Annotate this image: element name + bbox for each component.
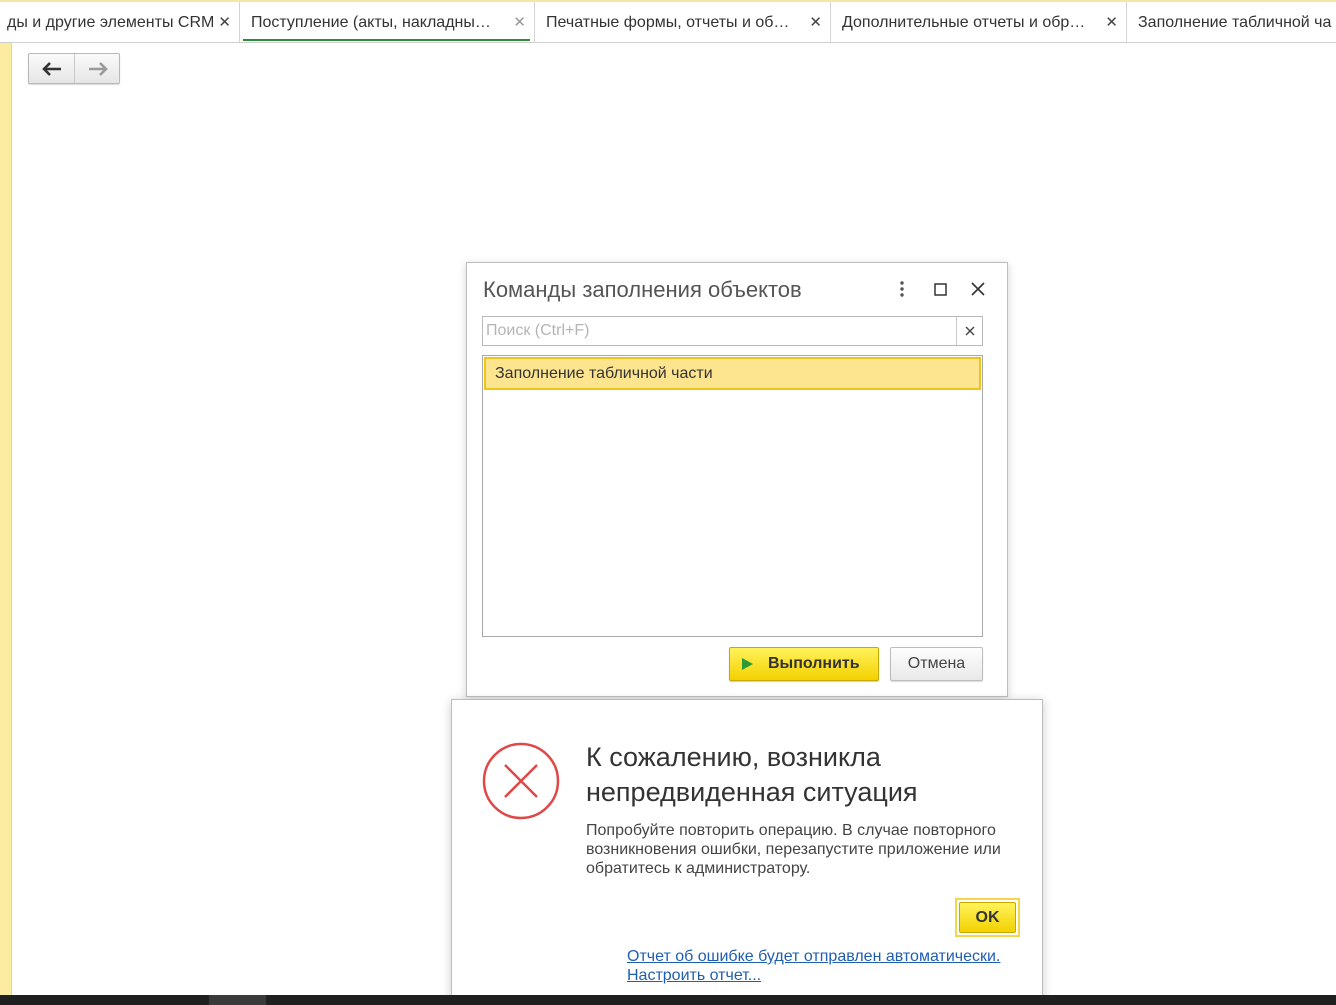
close-icon xyxy=(971,282,985,296)
run-button[interactable]: Выполнить xyxy=(729,647,879,681)
tab-label: Заполнение табличной ча xyxy=(1138,14,1332,31)
history-navigation xyxy=(28,53,120,84)
dialog-toolbar xyxy=(883,277,997,301)
tab-print-forms[interactable]: Печатные формы, отчеты и об… ✕ xyxy=(535,2,831,42)
close-dialog-button[interactable] xyxy=(959,277,997,301)
maximize-button[interactable] xyxy=(921,277,959,301)
left-panel-strip xyxy=(0,0,12,995)
clear-search-button[interactable] xyxy=(956,317,982,345)
back-button[interactable] xyxy=(29,54,75,83)
commands-list[interactable]: Заполнение табличной части xyxy=(482,355,983,637)
ok-button-focus: OK xyxy=(955,898,1020,937)
tab-bar: ды и другие элементы CRM ✕ Поступление (… xyxy=(0,0,1336,43)
more-vertical-icon xyxy=(900,281,904,297)
fill-commands-dialog: Команды заполнения объектов Заполнение т… xyxy=(466,262,1008,697)
error-message: Попробуйте повторить операцию. В случае … xyxy=(586,822,1001,877)
ok-button[interactable]: OK xyxy=(959,902,1016,933)
tab-crm[interactable]: ды и другие элементы CRM ✕ xyxy=(0,2,240,42)
maximize-icon xyxy=(933,282,947,296)
run-button-label: Выполнить xyxy=(768,655,860,672)
clear-icon xyxy=(965,326,974,336)
dialog-title: Команды заполнения объектов xyxy=(483,277,802,302)
arrow-right-icon xyxy=(89,61,108,76)
close-icon[interactable]: ✕ xyxy=(218,2,231,42)
tab-postuplenie[interactable]: Поступление (акты, накладны… ✕ xyxy=(240,2,535,42)
close-icon[interactable]: ✕ xyxy=(1105,2,1118,42)
tab-label: Дополнительные отчеты и обр… xyxy=(842,14,1086,31)
taskbar-item[interactable] xyxy=(209,995,266,1005)
tab-fill-table[interactable]: Заполнение табличной ча xyxy=(1127,2,1336,42)
more-actions-button[interactable] xyxy=(883,277,921,301)
close-icon[interactable]: ✕ xyxy=(809,2,822,42)
tab-label: ды и другие элементы CRM xyxy=(7,14,215,31)
list-item[interactable]: Заполнение табличной части xyxy=(484,357,981,390)
cancel-button[interactable]: Отмена xyxy=(890,647,983,681)
error-dialog: К сожалению, возникла непредвиденная сит… xyxy=(451,699,1043,1005)
taskbar xyxy=(0,995,1336,1005)
search-box xyxy=(482,316,983,346)
arrow-left-icon xyxy=(41,61,61,76)
forward-button[interactable] xyxy=(75,54,121,83)
configure-report-link[interactable]: Настроить отчет... xyxy=(627,967,761,985)
search-input[interactable] xyxy=(483,317,956,345)
error-icon xyxy=(482,742,560,820)
error-title: К сожалению, возникла непредвиденная сит… xyxy=(586,742,918,807)
close-icon[interactable]: ✕ xyxy=(513,2,526,42)
tab-additional-reports[interactable]: Дополнительные отчеты и обр… ✕ xyxy=(831,2,1127,42)
tab-label: Поступление (акты, накладны… xyxy=(251,14,491,31)
play-icon xyxy=(742,658,753,670)
tab-label: Печатные формы, отчеты и об… xyxy=(546,14,790,31)
auto-report-link[interactable]: Отчет об ошибке будет отправлен автомати… xyxy=(627,948,1000,966)
